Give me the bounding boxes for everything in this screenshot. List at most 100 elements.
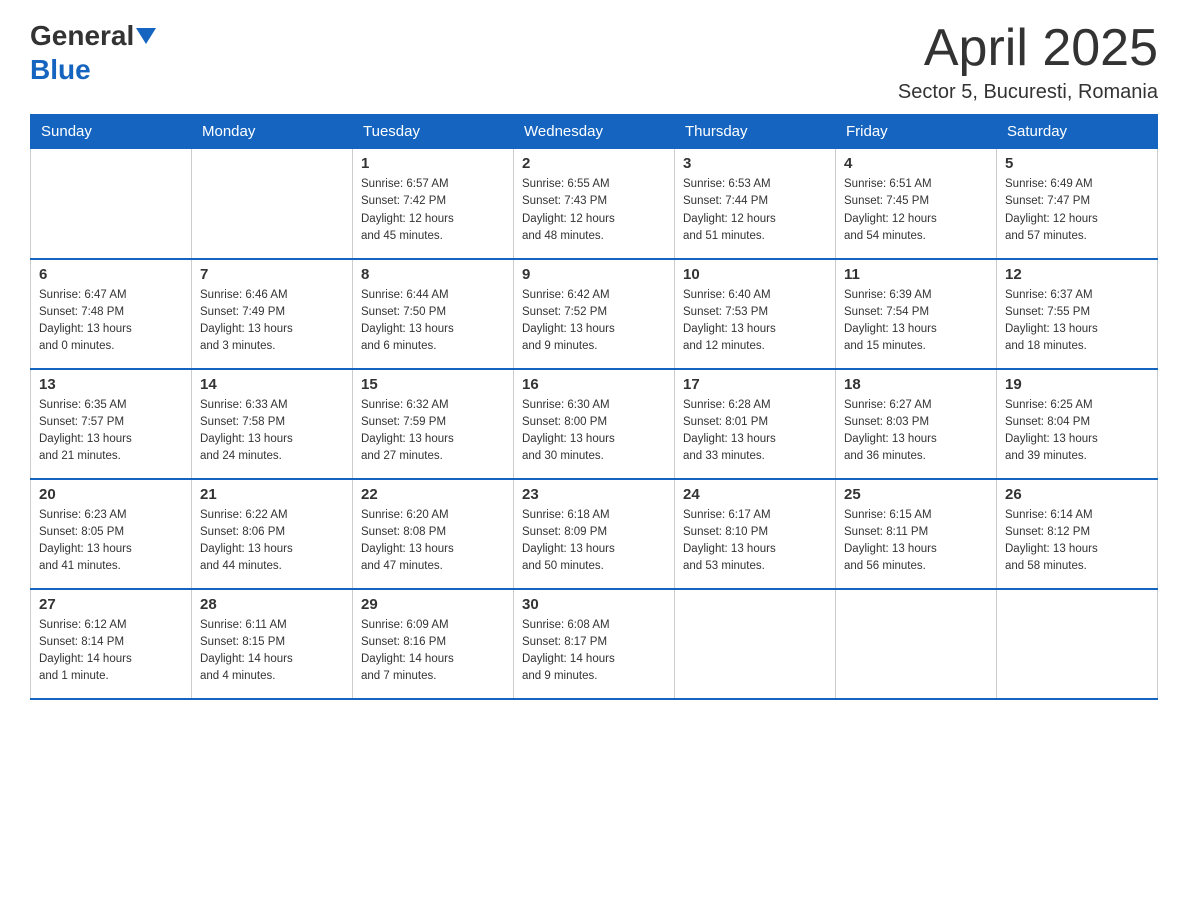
calendar-cell: 23 Sunrise: 6:18 AMSunset: 8:09 PMDayligh… — [514, 479, 675, 589]
day-info: Sunrise: 6:08 AMSunset: 8:17 PMDaylight:… — [522, 617, 666, 686]
day-info: Sunrise: 6:27 AMSunset: 8:03 PMDaylight:… — [844, 397, 988, 466]
logo-blue-part — [134, 28, 156, 44]
calendar-cell: 6Sunrise: 6:47 AMSunset: 7:48 PMDaylight… — [31, 259, 192, 369]
day-info: Sunrise: 6:28 AMSunset: 8:01 PMDaylight:… — [683, 397, 827, 466]
calendar-cell: 26 Sunrise: 6:14 AMSunset: 8:12 PMDayligh… — [997, 479, 1158, 589]
day-number: 5 — [1005, 155, 1149, 172]
calendar-cell: 25Sunrise: 6:15 AMSunset: 8:11 PMDayligh… — [836, 479, 997, 589]
day-info: Sunrise: 6:09 AMSunset: 8:16 PMDaylight:… — [361, 617, 505, 686]
day-info: Sunrise: 6:39 AMSunset: 7:54 PMDaylight:… — [844, 287, 988, 356]
day-number: 21 — [200, 486, 344, 503]
day-number: 19 — [1005, 376, 1149, 393]
day-number: 20 — [39, 486, 183, 503]
day-info: Sunrise: 6:51 AMSunset: 7:45 PMDaylight:… — [844, 176, 988, 245]
day-number: 17 — [683, 376, 827, 393]
calendar-cell — [997, 589, 1158, 699]
day-number: 22 — [361, 486, 505, 503]
day-info: Sunrise: 6:22 AMSunset: 8:06 PMDaylight:… — [200, 507, 344, 576]
day-number: 26 — [1005, 486, 1149, 503]
calendar-week-row: 27 Sunrise: 6:12 AMSunset: 8:14 PMDayligh… — [31, 589, 1158, 699]
calendar-cell: 3 Sunrise: 6:53 AMSunset: 7:44 PMDaylight… — [675, 149, 836, 259]
weekday-header-sunday: Sunday — [31, 115, 192, 149]
day-info: Sunrise: 6:46 AMSunset: 7:49 PMDaylight:… — [200, 287, 344, 356]
calendar-week-row: 20 Sunrise: 6:23 AMSunset: 8:05 PMDayligh… — [31, 479, 1158, 589]
calendar-cell: 7 Sunrise: 6:46 AMSunset: 7:49 PMDaylight… — [192, 259, 353, 369]
calendar-cell: 18 Sunrise: 6:27 AMSunset: 8:03 PMDayligh… — [836, 369, 997, 479]
day-number: 30 — [522, 596, 666, 613]
calendar-week-row: 6Sunrise: 6:47 AMSunset: 7:48 PMDaylight… — [31, 259, 1158, 369]
weekday-header-saturday: Saturday — [997, 115, 1158, 149]
calendar-cell: 27 Sunrise: 6:12 AMSunset: 8:14 PMDayligh… — [31, 589, 192, 699]
day-number: 4 — [844, 155, 988, 172]
day-number: 8 — [361, 266, 505, 283]
calendar-cell: 10Sunrise: 6:40 AMSunset: 7:53 PMDayligh… — [675, 259, 836, 369]
weekday-header-thursday: Thursday — [675, 115, 836, 149]
day-info: Sunrise: 6:35 AMSunset: 7:57 PMDaylight:… — [39, 397, 183, 466]
calendar-cell: 16 Sunrise: 6:30 AMSunset: 8:00 PMDayligh… — [514, 369, 675, 479]
day-info: Sunrise: 6:44 AMSunset: 7:50 PMDaylight:… — [361, 287, 505, 356]
day-info: Sunrise: 6:20 AMSunset: 8:08 PMDaylight:… — [361, 507, 505, 576]
calendar-cell: 17 Sunrise: 6:28 AMSunset: 8:01 PMDayligh… — [675, 369, 836, 479]
day-number: 3 — [683, 155, 827, 172]
day-number: 28 — [200, 596, 344, 613]
day-info: Sunrise: 6:55 AMSunset: 7:43 PMDaylight:… — [522, 176, 666, 245]
day-info: Sunrise: 6:32 AMSunset: 7:59 PMDaylight:… — [361, 397, 505, 466]
weekday-header-monday: Monday — [192, 115, 353, 149]
calendar-week-row: 1 Sunrise: 6:57 AMSunset: 7:42 PMDaylight… — [31, 149, 1158, 259]
day-info: Sunrise: 6:49 AMSunset: 7:47 PMDaylight:… — [1005, 176, 1149, 245]
day-info: Sunrise: 6:37 AMSunset: 7:55 PMDaylight:… — [1005, 287, 1149, 356]
weekday-header-friday: Friday — [836, 115, 997, 149]
calendar-cell: 15 Sunrise: 6:32 AMSunset: 7:59 PMDayligh… — [353, 369, 514, 479]
calendar-cell — [192, 149, 353, 259]
logo-triangle-icon — [136, 28, 156, 44]
day-info: Sunrise: 6:33 AMSunset: 7:58 PMDaylight:… — [200, 397, 344, 466]
weekday-header-wednesday: Wednesday — [514, 115, 675, 149]
day-number: 24 — [683, 486, 827, 503]
day-info: Sunrise: 6:42 AMSunset: 7:52 PMDaylight:… — [522, 287, 666, 356]
calendar-cell: 4 Sunrise: 6:51 AMSunset: 7:45 PMDaylight… — [836, 149, 997, 259]
day-info: Sunrise: 6:14 AMSunset: 8:12 PMDaylight:… — [1005, 507, 1149, 576]
day-info: Sunrise: 6:47 AMSunset: 7:48 PMDaylight:… — [39, 287, 183, 356]
day-number: 29 — [361, 596, 505, 613]
calendar-cell: 2Sunrise: 6:55 AMSunset: 7:43 PMDaylight… — [514, 149, 675, 259]
calendar-cell — [31, 149, 192, 259]
logo-blue-text: Blue — [30, 54, 91, 86]
day-number: 23 — [522, 486, 666, 503]
calendar-cell: 21 Sunrise: 6:22 AMSunset: 8:06 PMDayligh… — [192, 479, 353, 589]
day-number: 16 — [522, 376, 666, 393]
day-number: 7 — [200, 266, 344, 283]
day-info: Sunrise: 6:12 AMSunset: 8:14 PMDaylight:… — [39, 617, 183, 686]
calendar-cell: 20 Sunrise: 6:23 AMSunset: 8:05 PMDayligh… — [31, 479, 192, 589]
calendar-cell: 9 Sunrise: 6:42 AMSunset: 7:52 PMDaylight… — [514, 259, 675, 369]
day-number: 27 — [39, 596, 183, 613]
calendar-cell: 12Sunrise: 6:37 AMSunset: 7:55 PMDayligh… — [997, 259, 1158, 369]
day-number: 14 — [200, 376, 344, 393]
day-number: 18 — [844, 376, 988, 393]
day-number: 15 — [361, 376, 505, 393]
calendar-cell: 24Sunrise: 6:17 AMSunset: 8:10 PMDayligh… — [675, 479, 836, 589]
day-info: Sunrise: 6:30 AMSunset: 8:00 PMDaylight:… — [522, 397, 666, 466]
logo: General Blue — [30, 20, 156, 86]
day-info: Sunrise: 6:53 AMSunset: 7:44 PMDaylight:… — [683, 176, 827, 245]
calendar-cell: 29 Sunrise: 6:09 AMSunset: 8:16 PMDayligh… — [353, 589, 514, 699]
subtitle: Sector 5, Bucuresti, Romania — [898, 81, 1158, 104]
calendar-cell — [675, 589, 836, 699]
title-section: April 2025 Sector 5, Bucuresti, Romania — [898, 20, 1158, 104]
calendar-cell: 22 Sunrise: 6:20 AMSunset: 8:08 PMDayligh… — [353, 479, 514, 589]
calendar-cell: 1 Sunrise: 6:57 AMSunset: 7:42 PMDaylight… — [353, 149, 514, 259]
weekday-header-tuesday: Tuesday — [353, 115, 514, 149]
day-info: Sunrise: 6:57 AMSunset: 7:42 PMDaylight:… — [361, 176, 505, 245]
calendar-cell: 14 Sunrise: 6:33 AMSunset: 7:58 PMDayligh… — [192, 369, 353, 479]
calendar-cell — [836, 589, 997, 699]
day-info: Sunrise: 6:11 AMSunset: 8:15 PMDaylight:… — [200, 617, 344, 686]
calendar-cell: 28 Sunrise: 6:11 AMSunset: 8:15 PMDayligh… — [192, 589, 353, 699]
day-info: Sunrise: 6:18 AMSunset: 8:09 PMDaylight:… — [522, 507, 666, 576]
calendar-cell: 5 Sunrise: 6:49 AMSunset: 7:47 PMDaylight… — [997, 149, 1158, 259]
day-number: 25 — [844, 486, 988, 503]
calendar-week-row: 13Sunrise: 6:35 AMSunset: 7:57 PMDayligh… — [31, 369, 1158, 479]
calendar-table: SundayMondayTuesdayWednesdayThursdayFrid… — [30, 114, 1158, 700]
day-number: 10 — [683, 266, 827, 283]
day-info: Sunrise: 6:23 AMSunset: 8:05 PMDaylight:… — [39, 507, 183, 576]
day-number: 1 — [361, 155, 505, 172]
day-number: 9 — [522, 266, 666, 283]
